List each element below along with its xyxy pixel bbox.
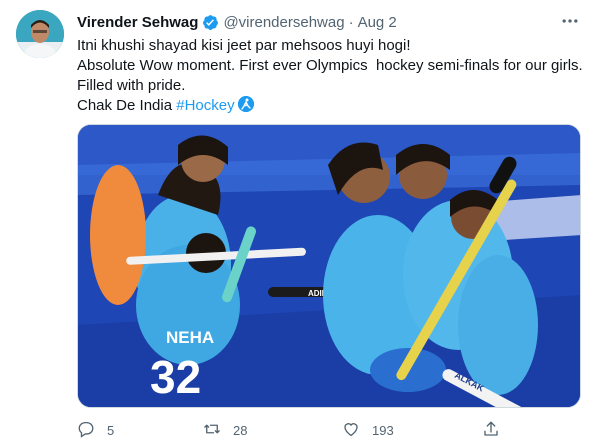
tweet-photo[interactable]: NEHA 32 ADIDAS ALKAK	[77, 124, 581, 408]
like-count: 193	[372, 422, 394, 438]
hockey-hashflag-icon	[237, 96, 254, 112]
tweet-line-text: Chak De India	[77, 97, 177, 114]
jersey-name: NEHA	[166, 328, 214, 347]
jersey-number: 32	[150, 351, 201, 403]
tweet-actions: 5 28 193	[77, 418, 547, 442]
retweet-button[interactable]: 28	[203, 418, 247, 442]
tweet-text: Itni khushi shayad kisi jeet par mehsoos…	[77, 36, 583, 116]
like-button[interactable]: 193	[342, 418, 394, 442]
handle[interactable]: @virendersehwag	[223, 14, 344, 31]
tweet-line: Filled with pride.	[77, 77, 186, 94]
reply-icon	[77, 420, 95, 441]
heart-icon	[342, 420, 360, 441]
separator-dot: ·	[348, 13, 354, 31]
tweet-line: Absolute Wow moment. First ever Olympics…	[77, 57, 583, 74]
reply-button[interactable]: 5	[77, 418, 114, 442]
retweet-icon	[203, 420, 221, 441]
verified-badge-icon	[202, 14, 219, 31]
avatar[interactable]	[16, 10, 64, 58]
share-button[interactable]	[482, 418, 500, 442]
display-name[interactable]: Virender Sehwag	[77, 14, 198, 31]
more-horizontal-icon[interactable]	[560, 11, 580, 31]
tweet-line-last: Chak De India #Hockey	[77, 96, 577, 116]
tweet-header: Virender Sehwag @virendersehwag · Aug 2	[77, 12, 397, 32]
tweet-date[interactable]: Aug 2	[358, 14, 397, 31]
tweet-line: Itni khushi shayad kisi jeet par mehsoos…	[77, 37, 411, 54]
reply-count: 5	[107, 422, 115, 438]
tweet-card: Virender Sehwag @virendersehwag · Aug 2 …	[0, 0, 594, 445]
share-icon	[482, 420, 500, 441]
retweet-count: 28	[233, 422, 248, 438]
hashtag-link[interactable]: #Hockey	[176, 97, 234, 114]
